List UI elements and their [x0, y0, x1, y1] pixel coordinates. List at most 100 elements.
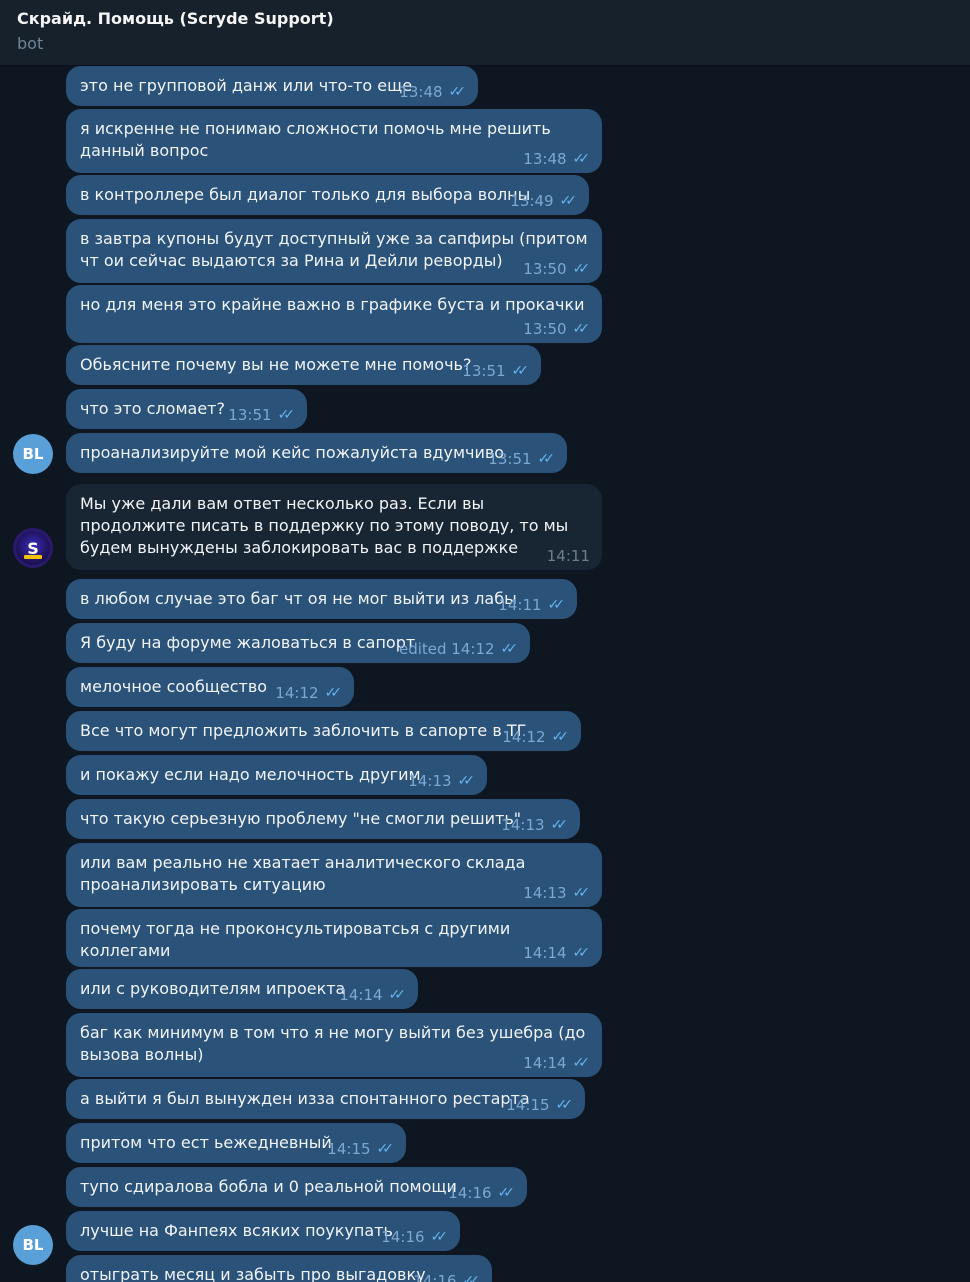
- user-avatar[interactable]: BL: [13, 434, 53, 474]
- message-list[interactable]: это не групповой данж или что-то еще 13:…: [0, 66, 970, 1282]
- message-text: в завтра купоны будут доступный уже за с…: [80, 229, 593, 270]
- read-check-icon: ✓✓: [324, 685, 343, 701]
- message-text: а выйти я был вынужден изза спонтанного …: [80, 1089, 530, 1108]
- message-bubble[interactable]: что это сломает? 13:51 ✓✓: [66, 389, 307, 429]
- message-bubble[interactable]: притом что ест ьежедневный 14:15 ✓✓: [66, 1123, 406, 1163]
- read-check-icon: ✓✓: [572, 261, 591, 277]
- read-check-icon: ✓✓: [277, 407, 296, 423]
- scryde-logo-icon: S: [16, 531, 50, 565]
- message-bubble[interactable]: в завтра купоны будут доступный уже за с…: [66, 219, 602, 283]
- message-meta: edited 14:12 ✓✓: [399, 638, 518, 660]
- message-bubble[interactable]: в контроллере был диалог только для выбо…: [66, 175, 589, 215]
- message-meta: 14:12 ✓✓: [275, 682, 342, 704]
- message-bubble[interactable]: это не групповой данж или что-то еще 13:…: [66, 66, 478, 106]
- message-meta: 14:14 ✓✓: [523, 1052, 590, 1074]
- message-bubble[interactable]: или вам реально не хватает аналитическог…: [66, 843, 602, 907]
- message-time: 14:16: [381, 1228, 425, 1246]
- message-bubble-incoming[interactable]: Мы уже дали вам ответ несколько раз. Есл…: [66, 484, 602, 570]
- message-meta: 13:51 ✓✓: [462, 360, 529, 382]
- read-check-icon: ✓✓: [462, 1273, 481, 1282]
- message-meta: 14:16 ✓✓: [381, 1226, 448, 1248]
- message-bubble[interactable]: Все что могут предложить заблочить в сап…: [66, 711, 581, 751]
- chat-subtitle: bot: [17, 34, 44, 53]
- message-time: 14:13: [501, 816, 545, 834]
- message-bubble[interactable]: в любом случае это баг чт оя не мог выйт…: [66, 579, 577, 619]
- message-time: 14:13: [408, 772, 452, 790]
- read-check-icon: ✓✓: [559, 193, 578, 209]
- message-meta: 14:13 ✓✓: [501, 814, 568, 836]
- message-meta: 14:16 ✓✓: [413, 1270, 480, 1282]
- message-meta: 13:48 ✓✓: [399, 81, 466, 103]
- message-meta: 14:11: [547, 545, 590, 567]
- message-bubble[interactable]: отыграть месяц и забыть про выгадовку 14…: [66, 1255, 492, 1282]
- message-meta: 14:14 ✓✓: [523, 942, 590, 964]
- message-meta: 14:15 ✓✓: [506, 1094, 573, 1116]
- message-bubble[interactable]: лучше на Фанпеях всяких поукупать 14:16 ✓…: [66, 1211, 460, 1251]
- message-bubble[interactable]: или с руководителям ипроекта 14:14 ✓✓: [66, 969, 418, 1009]
- message-text: в любом случае это баг чт оя не мог выйт…: [80, 589, 517, 608]
- message-bubble[interactable]: почему тогда не проконсультироватсья с д…: [66, 909, 602, 967]
- message-bubble[interactable]: тупо сдиралова бобла и 0 реальной помощи…: [66, 1167, 527, 1207]
- message-bubble[interactable]: проанализируйте мой кейс пожалуйста вдум…: [66, 433, 567, 473]
- chat-header[interactable]: Скрайд. Помощь (Scryde Support) bot: [0, 0, 970, 66]
- message-time: 14:15: [327, 1140, 371, 1158]
- read-check-icon: ✓✓: [430, 1229, 449, 1245]
- message-bubble[interactable]: я искренне не понимаю сложности помочь м…: [66, 109, 602, 173]
- message-meta: 14:15 ✓✓: [327, 1138, 394, 1160]
- message-text: проанализируйте мой кейс пожалуйста вдум…: [80, 443, 505, 462]
- message-text: в контроллере был диалог только для выбо…: [80, 185, 531, 204]
- message-text: баг как минимум в том что я не могу выйт…: [80, 1023, 591, 1064]
- message-text: Все что могут предложить заблочить в сап…: [80, 721, 527, 740]
- message-time: 14:16: [413, 1272, 457, 1282]
- read-check-icon: ✓✓: [547, 597, 566, 613]
- message-bubble[interactable]: баг как минимум в том что я не могу выйт…: [66, 1013, 602, 1077]
- message-bubble[interactable]: и покажу если надо мелочность другим 14:…: [66, 755, 487, 795]
- message-bubble[interactable]: Обьясните почему вы не можете мне помочь…: [66, 345, 541, 385]
- message-time: 14:12: [275, 684, 319, 702]
- read-check-icon: ✓✓: [572, 151, 591, 167]
- message-bubble[interactable]: но для меня это крайне важно в графике б…: [66, 285, 602, 343]
- message-bubble[interactable]: что такую серьезную проблему "не смогли …: [66, 799, 580, 839]
- read-check-icon: ✓✓: [551, 729, 570, 745]
- message-meta: 14:11 ✓✓: [498, 594, 565, 616]
- read-check-icon: ✓✓: [500, 641, 519, 657]
- message-text: что такую серьезную проблему "не смогли …: [80, 809, 522, 828]
- message-time: 13:48: [523, 150, 567, 168]
- message-time: 13:51: [488, 450, 532, 468]
- read-check-icon: ✓✓: [550, 817, 569, 833]
- message-bubble[interactable]: Я буду на форуме жаловаться в сапорт edi…: [66, 623, 530, 663]
- message-bubble[interactable]: мелочное сообщество 14:12 ✓✓: [66, 667, 354, 707]
- message-time: 13:49: [510, 192, 554, 210]
- message-time: 14:15: [506, 1096, 550, 1114]
- message-meta: 13:48 ✓✓: [523, 148, 590, 170]
- message-meta: 13:50 ✓✓: [523, 318, 590, 340]
- read-check-icon: ✓✓: [448, 84, 467, 100]
- message-text: почему тогда не проконсультироватсья с д…: [80, 919, 516, 960]
- message-meta: 14:12 ✓✓: [502, 726, 569, 748]
- read-check-icon: ✓✓: [497, 1185, 516, 1201]
- read-check-icon: ✓✓: [376, 1141, 395, 1157]
- read-check-icon: ✓✓: [388, 987, 407, 1003]
- message-text: или вам реально не хватает аналитическог…: [80, 853, 531, 894]
- message-time: 13:51: [462, 362, 506, 380]
- message-meta: 13:49 ✓✓: [510, 190, 577, 212]
- message-text: но для меня это крайне важно в графике б…: [80, 295, 585, 314]
- message-meta: 14:14 ✓✓: [339, 984, 406, 1006]
- bot-avatar[interactable]: S: [13, 528, 53, 568]
- user-avatar[interactable]: BL: [13, 1225, 53, 1265]
- message-time: 14:14: [523, 944, 567, 962]
- read-check-icon: ✓✓: [572, 321, 591, 337]
- message-time: 14:14: [339, 986, 383, 1004]
- message-time: 13:51: [228, 406, 272, 424]
- message-text: я искренне не понимаю сложности помочь м…: [80, 119, 556, 160]
- message-time: 13:48: [399, 83, 443, 101]
- message-time: 14:14: [523, 1054, 567, 1072]
- message-bubble[interactable]: а выйти я был вынужден изза спонтанного …: [66, 1079, 585, 1119]
- read-check-icon: ✓✓: [572, 945, 591, 961]
- message-time: 14:11: [498, 596, 542, 614]
- message-meta: 13:51 ✓✓: [228, 404, 295, 426]
- message-time: 14:12: [502, 728, 546, 746]
- read-check-icon: ✓✓: [572, 885, 591, 901]
- read-check-icon: ✓✓: [537, 451, 556, 467]
- message-meta: 14:16 ✓✓: [448, 1182, 515, 1204]
